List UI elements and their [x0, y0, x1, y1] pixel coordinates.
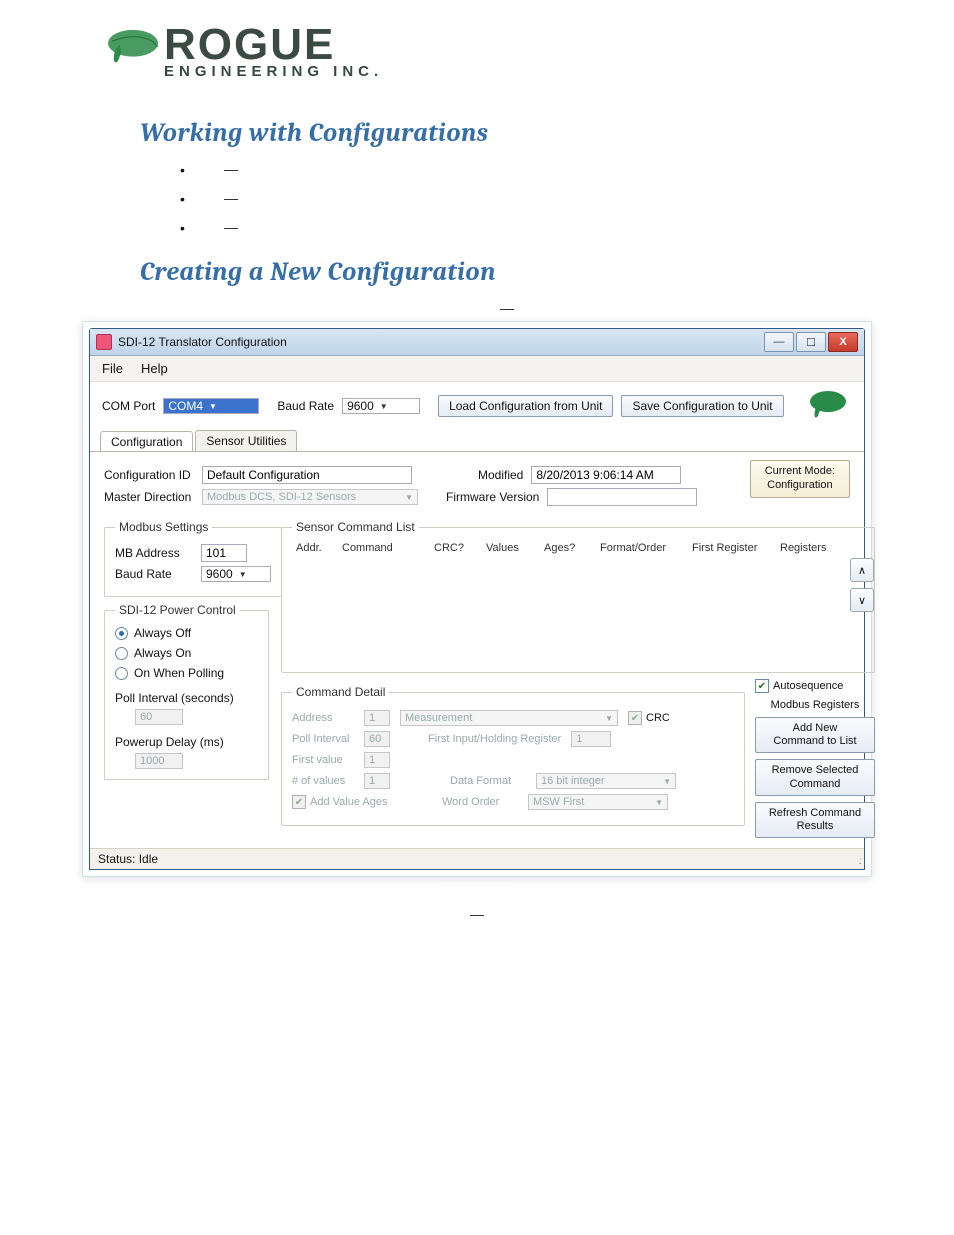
screenshot-figure: SDI-12 Translator Configuration — ☐ X Fi…	[82, 321, 872, 877]
menu-file[interactable]: File	[102, 361, 123, 376]
app-elephant-icon	[804, 388, 852, 424]
mb-address-label: MB Address	[115, 546, 193, 560]
mb-baud-label: Baud Rate	[115, 567, 193, 581]
detail-firstvalue-label: First value	[292, 754, 354, 766]
detail-pollint-label: Poll Interval	[292, 733, 354, 745]
detail-measurement-select[interactable]: Measurement▼	[400, 710, 618, 726]
detail-address-label: Address	[292, 712, 354, 724]
col-command: Command	[342, 542, 422, 554]
autosequence-checkbox[interactable]: ✔Autosequence	[755, 679, 875, 693]
list-item	[180, 162, 874, 177]
detail-pollint-input[interactable]	[364, 731, 390, 747]
load-config-button[interactable]: Load Configuration from Unit	[438, 395, 613, 417]
detail-wordorder-label: Word Order	[442, 796, 518, 808]
detail-address-input[interactable]	[364, 710, 390, 726]
autosequence-sublabel: Modbus Registers	[755, 699, 875, 711]
detail-datafmt-label: Data Format	[450, 775, 526, 787]
master-direction-label: Master Direction	[104, 490, 194, 504]
col-addr: Addr.	[296, 542, 330, 554]
detail-crc-checkbox[interactable]: ✔CRC	[628, 711, 670, 725]
config-id-input[interactable]	[202, 466, 412, 484]
col-registers: Registers	[780, 542, 836, 554]
power-always-off-radio[interactable]: Always Off	[115, 626, 191, 640]
powerup-delay-label: Powerup Delay (ms)	[115, 735, 258, 749]
bullet-list	[180, 162, 874, 235]
list-item	[180, 220, 874, 235]
section-working-title: Working with Configurations	[140, 118, 874, 148]
powerup-delay-input[interactable]	[135, 753, 183, 769]
app-icon	[96, 334, 112, 350]
detail-numvalues-input[interactable]	[364, 773, 390, 789]
baudrate-label: Baud Rate	[277, 399, 334, 413]
firmware-version-label: Firmware Version	[446, 490, 539, 504]
brand-tagline: ENGINEERING INC.	[164, 65, 383, 79]
resize-grip-icon[interactable]: .:	[858, 856, 860, 867]
tab-sensor-utilities[interactable]: Sensor Utilities	[195, 430, 297, 451]
baudrate-select[interactable]: 9600▼	[342, 398, 420, 414]
detail-firstvalue-input[interactable]	[364, 752, 390, 768]
status-bar: Status: Idle .:	[90, 848, 864, 869]
command-detail-group: Command Detail Address Measurement▼ ✔CRC…	[281, 685, 745, 826]
window-titlebar[interactable]: SDI-12 Translator Configuration — ☐ X	[90, 329, 864, 356]
maximize-button[interactable]: ☐	[796, 332, 826, 352]
poll-interval-input[interactable]	[135, 709, 183, 725]
close-button[interactable]: X	[828, 332, 858, 352]
detail-firstreg-label: First Input/Holding Register	[428, 733, 561, 745]
modified-label: Modified	[478, 468, 523, 482]
col-values: Values	[486, 542, 532, 554]
section-creating-title: Creating a New Configuration	[140, 257, 874, 287]
sensor-command-list[interactable]	[292, 556, 840, 662]
move-up-button[interactable]: ∧	[850, 558, 874, 582]
company-logo: ROGUE ENGINEERING INC.	[0, 25, 954, 96]
detail-wordorder-select[interactable]: MSW First▼	[528, 794, 668, 810]
col-ages: Ages?	[544, 542, 588, 554]
current-mode-badge: Current Mode: Configuration	[750, 460, 850, 498]
elephant-icon	[104, 26, 162, 77]
minimize-button[interactable]: —	[764, 332, 794, 352]
add-command-button[interactable]: Add New Command to List	[755, 717, 875, 753]
save-config-button[interactable]: Save Configuration to Unit	[621, 395, 783, 417]
poll-interval-label: Poll Interval (seconds)	[115, 691, 258, 705]
mb-address-input[interactable]	[201, 544, 247, 562]
col-first-register: First Register	[692, 542, 768, 554]
col-format: Format/Order	[600, 542, 680, 554]
refresh-results-button[interactable]: Refresh Command Results	[755, 802, 875, 838]
detail-addages-checkbox[interactable]: ✔Add Value Ages	[292, 795, 392, 809]
modified-value	[531, 466, 681, 484]
detail-firstreg-input[interactable]	[571, 731, 611, 747]
detail-numvalues-label: # of values	[292, 775, 354, 787]
menu-help[interactable]: Help	[141, 361, 168, 376]
modbus-settings-group: Modbus Settings MB Address Baud Rate 960…	[104, 520, 282, 597]
power-control-group: SDI-12 Power Control Always Off Always O…	[104, 603, 269, 780]
comport-label: COM Port	[102, 399, 155, 413]
col-crc: CRC?	[434, 542, 474, 554]
tab-configuration[interactable]: Configuration	[100, 431, 193, 452]
brand-name: ROGUE	[164, 25, 383, 65]
center-dash	[140, 297, 874, 315]
config-id-label: Configuration ID	[104, 468, 194, 482]
power-on-polling-radio[interactable]: On When Polling	[115, 666, 224, 680]
window-title: SDI-12 Translator Configuration	[118, 335, 764, 349]
power-always-on-radio[interactable]: Always On	[115, 646, 191, 660]
detail-datafmt-select[interactable]: 16 bit integer▼	[536, 773, 676, 789]
firmware-version-value	[547, 488, 697, 506]
mb-baud-select[interactable]: 9600▼	[201, 566, 271, 582]
sensor-command-list-group: Sensor Command List Addr. Command CRC? V…	[281, 520, 875, 673]
master-direction-select[interactable]: Modbus DCS, SDI-12 Sensors▼	[202, 489, 418, 505]
move-down-button[interactable]: ∨	[850, 588, 874, 612]
comport-select[interactable]: COM4▼	[163, 398, 259, 414]
center-dash-2	[0, 903, 954, 921]
remove-command-button[interactable]: Remove Selected Command	[755, 759, 875, 795]
list-item	[180, 191, 874, 206]
